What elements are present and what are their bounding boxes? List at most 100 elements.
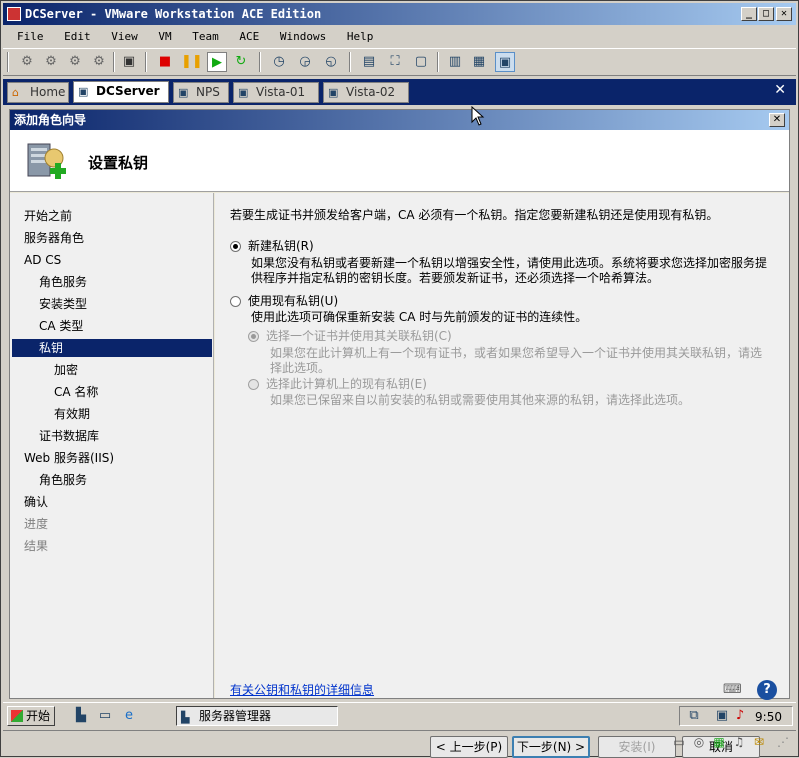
wizard-nav: 开始之前 服务器角色 AD CS 角色服务 安装类型 CA 类型 私钥 加密 C… xyxy=(10,193,214,698)
toolbar-separator xyxy=(437,52,439,72)
tab-vista-02[interactable]: ▣ Vista-02 xyxy=(323,82,409,103)
message-icon[interactable]: ✉ xyxy=(751,734,767,750)
sound-icon[interactable]: ♫ xyxy=(731,734,747,750)
vmware-status-bar: ▭ ◎ ▦ ♫ ✉ ⋰ xyxy=(3,730,796,754)
help-button[interactable]: ? xyxy=(757,680,777,700)
menu-edit[interactable]: Edit xyxy=(57,26,98,48)
console-view-icon[interactable]: ▣ xyxy=(495,52,515,72)
nav-item-web-role-services[interactable]: 角色服务 xyxy=(12,471,212,489)
key-info-link[interactable]: 有关公钥和私钥的详细信息 xyxy=(230,681,374,698)
network-icon[interactable]: ⧉ xyxy=(686,708,702,724)
nav-item-cryptography[interactable]: 加密 xyxy=(12,361,212,379)
menu-vm[interactable]: VM xyxy=(151,26,178,48)
tab-dcserver[interactable]: ▣ DCServer xyxy=(73,81,169,103)
tab-vista-01[interactable]: ▣ Vista-01 xyxy=(233,82,319,103)
full-screen-icon[interactable]: ⛶ xyxy=(385,52,405,72)
team-reset-icon[interactable]: ⚙ xyxy=(89,52,109,72)
internet-explorer-icon[interactable]: e xyxy=(121,708,137,724)
dialog-title-bar: 添加角色向导 ✕ xyxy=(10,110,789,130)
cdrom-icon[interactable]: ◎ xyxy=(691,734,707,750)
maximize-button[interactable]: □ xyxy=(758,7,774,21)
nav-item-server-roles[interactable]: 服务器角色 xyxy=(12,229,212,247)
menu-view[interactable]: View xyxy=(104,26,145,48)
summary-view-icon[interactable]: ▥ xyxy=(445,52,465,72)
close-tab-button[interactable]: ✕ xyxy=(774,82,786,98)
mouse-cursor-icon xyxy=(471,106,485,126)
nav-item-certificate-database[interactable]: 证书数据库 xyxy=(12,427,212,445)
show-desktop-icon[interactable]: ▭ xyxy=(97,708,113,724)
select-cert-desc-1: 如果您在此计算机上有一个现有证书，或者如果您希望导入一个证书并使用其关联私钥，请… xyxy=(270,346,763,360)
monitor-icon[interactable]: ▣ xyxy=(714,708,730,724)
reset-icon[interactable]: ↻ xyxy=(231,52,251,72)
select-key-label[interactable]: 选择此计算机上的现有私钥(E) xyxy=(266,377,427,392)
guest-taskbar: 开始 ▙ ▭ e ▙ 服务器管理器 ⧉ ▣ ♪ 9:50 xyxy=(3,702,796,728)
nav-item-ca-name[interactable]: CA 名称 xyxy=(12,383,212,401)
team-icon[interactable]: ⚙ xyxy=(17,52,37,72)
vm-icon: ▣ xyxy=(238,86,249,99)
revert-snapshot-icon[interactable]: ◶ xyxy=(295,52,315,72)
nav-item-validity-period[interactable]: 有效期 xyxy=(12,405,212,423)
power-off-icon[interactable]: ■ xyxy=(155,52,175,72)
new-key-desc-2: 供程序并指定私钥的密钥长度。若要颁发新证书，还必须选择一个哈希算法。 xyxy=(251,271,660,285)
guest-screen: 添加角色向导 ✕ 设置私钥 开始之前 服务器角色 AD CS 角色服务 安装类型… xyxy=(9,109,790,758)
taskbar-item-server-manager[interactable]: ▙ 服务器管理器 xyxy=(176,706,338,726)
take-snapshot-icon[interactable]: ◷ xyxy=(269,52,289,72)
suspend-icon[interactable]: ❚❚ xyxy=(181,52,203,72)
nav-item-before-you-begin[interactable]: 开始之前 xyxy=(12,207,212,225)
tab-home[interactable]: ⌂ Home xyxy=(7,82,69,103)
resize-grip-icon: ⋰ xyxy=(777,735,789,749)
select-key-radio[interactable] xyxy=(248,379,259,390)
snapshot-view-icon[interactable]: ▣ xyxy=(119,52,139,72)
nav-item-role-services[interactable]: 角色服务 xyxy=(12,273,212,291)
existing-key-label[interactable]: 使用现有私钥(U) xyxy=(248,294,338,309)
tab-vista-02-label: Vista-02 xyxy=(346,85,396,99)
dialog-title: 添加角色向导 xyxy=(14,113,87,127)
menu-file[interactable]: File xyxy=(3,26,51,48)
keyboard-icon[interactable]: ⌨ xyxy=(723,682,743,698)
window-title: DCServer - VMware Workstation ACE Editio… xyxy=(25,7,322,21)
start-button[interactable]: 开始 xyxy=(7,706,55,726)
volume-muted-icon[interactable]: ♪ xyxy=(732,708,748,724)
server-manager-quicklaunch-icon[interactable]: ▙ xyxy=(73,708,89,724)
power-on-icon[interactable]: ▶ xyxy=(207,52,227,72)
system-tray: ⧉ ▣ ♪ 9:50 xyxy=(679,706,793,726)
menu-help[interactable]: Help xyxy=(340,26,381,48)
nav-item-confirmation[interactable]: 确认 xyxy=(12,493,212,511)
hard-disk-icon[interactable]: ▭ xyxy=(671,734,687,750)
nav-item-ad-cs[interactable]: AD CS xyxy=(12,251,212,269)
vmware-window: DCServer - VMware Workstation ACE Editio… xyxy=(0,0,799,758)
clock: 9:50 xyxy=(755,710,782,724)
vm-icon: ▣ xyxy=(178,86,189,99)
vm-icon: ▣ xyxy=(78,85,89,98)
tab-nps[interactable]: ▣ NPS xyxy=(173,82,229,103)
new-key-radio[interactable] xyxy=(230,241,241,252)
nav-item-web-server[interactable]: Web 服务器(IIS) xyxy=(12,449,212,467)
quick-switch-icon[interactable]: ▢ xyxy=(411,52,431,72)
network-adapter-icon[interactable]: ▦ xyxy=(711,734,727,750)
menu-windows[interactable]: Windows xyxy=(273,26,333,48)
team-suspend-icon[interactable]: ⚙ xyxy=(65,52,85,72)
appliance-view-icon[interactable]: ▦ xyxy=(469,52,489,72)
existing-key-radio[interactable] xyxy=(230,296,241,307)
tab-home-label: Home xyxy=(30,85,66,99)
server-add-icon xyxy=(27,143,66,179)
close-button[interactable]: ✕ xyxy=(776,7,792,21)
select-key-desc: 如果您已保留来自以前安装的私钥或需要使用其他来源的私钥，请选择此选项。 xyxy=(270,393,691,407)
dialog-header: 设置私钥 xyxy=(10,130,789,192)
nav-item-setup-type[interactable]: 安装类型 xyxy=(12,295,212,313)
dialog-close-button[interactable]: ✕ xyxy=(769,113,785,127)
snapshot-manager-icon[interactable]: ◵ xyxy=(321,52,341,72)
select-cert-radio[interactable] xyxy=(248,331,259,342)
nav-item-ca-type[interactable]: CA 类型 xyxy=(12,317,212,335)
sidebar-toggle-icon[interactable]: ▤ xyxy=(359,52,379,72)
new-key-label[interactable]: 新建私钥(R) xyxy=(248,239,314,254)
select-cert-label[interactable]: 选择一个证书并使用其关联私钥(C) xyxy=(266,329,452,344)
new-key-desc-1: 如果您没有私钥或者要新建一个私钥以增强安全性，请使用此选项。系统将要求您选择加密… xyxy=(251,256,768,270)
minimize-button[interactable]: _ xyxy=(741,7,757,21)
vm-tab-bar: ⌂ Home ▣ DCServer ▣ NPS ▣ Vista-01 ▣ Vis… xyxy=(3,79,796,105)
nav-item-private-key[interactable]: 私钥 xyxy=(12,339,212,357)
menu-ace[interactable]: ACE xyxy=(232,26,266,48)
team-power-icon[interactable]: ⚙ xyxy=(41,52,61,72)
menu-team[interactable]: Team xyxy=(185,26,226,48)
vm-icon: ▣ xyxy=(328,86,339,99)
